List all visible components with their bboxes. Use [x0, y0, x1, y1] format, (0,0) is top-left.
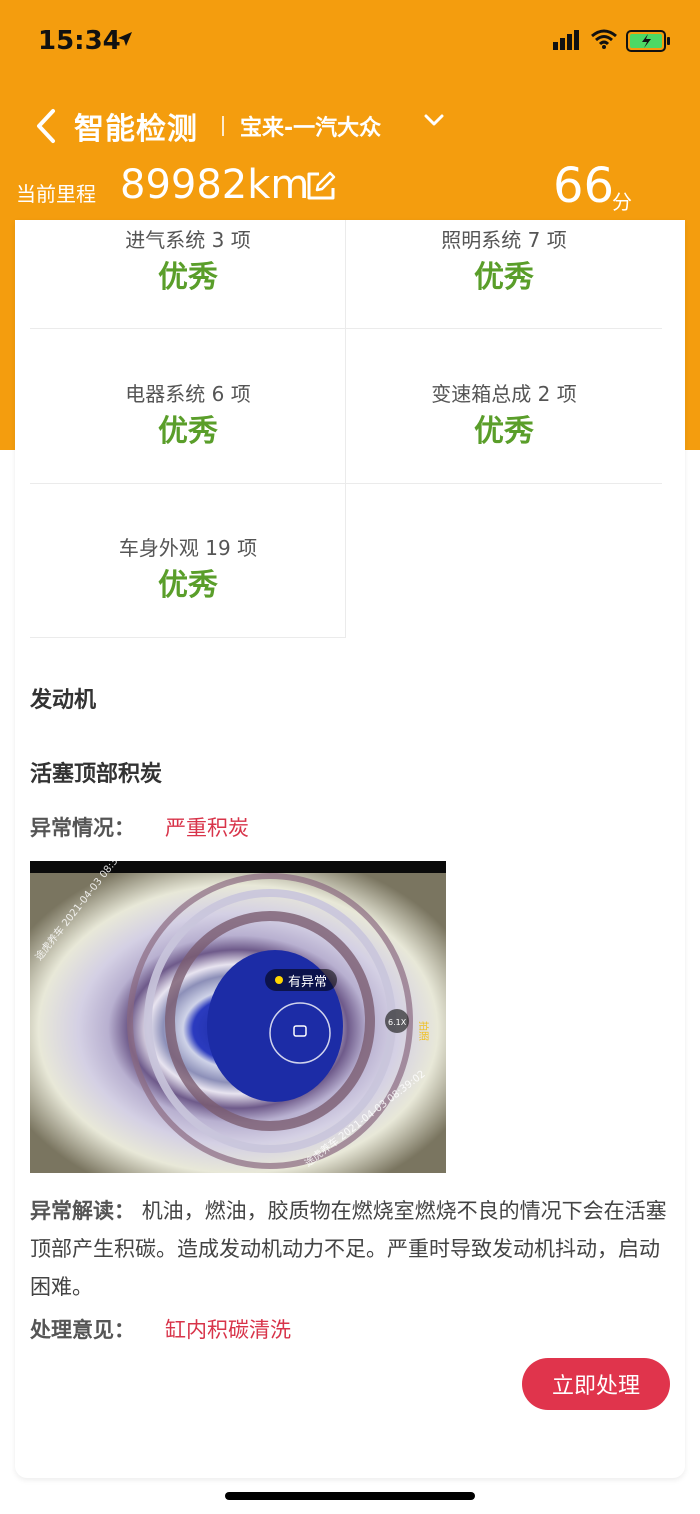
issue-title: 活塞顶部积炭: [30, 762, 163, 787]
car-selector[interactable]: 宝来-一汽大众: [240, 110, 381, 142]
photo-side-text: 拍照: [417, 1021, 430, 1041]
interpretation-label: 异常解读：: [30, 1199, 135, 1223]
grid-cell[interactable]: 照明系统 7 项 优秀: [346, 220, 662, 314]
grid-cell-grade: 优秀: [158, 414, 218, 449]
grid-divider: [30, 328, 662, 329]
grid-cell-label: 变速箱总成 2 项: [431, 382, 577, 406]
home-indicator[interactable]: [225, 1492, 475, 1500]
grid-cell-label: 进气系统 3 项: [125, 228, 251, 252]
status-bar: 15:34: [0, 0, 700, 86]
advice-label: 处理意见：: [30, 1318, 135, 1342]
grid-divider: [30, 483, 662, 484]
report-card: 进气系统 3 项 优秀 照明系统 7 项 优秀 电器系统 6 项 优秀 变速箱总…: [15, 220, 685, 1478]
cellular-signal-icon: [553, 30, 579, 50]
photo-zoom: 6.1X: [388, 1018, 407, 1027]
mileage-row: 当前里程 89982km 66 分: [0, 156, 700, 216]
grid-cell-label: 照明系统 7 项: [441, 228, 567, 252]
photo-tag: 有异常: [288, 975, 327, 990]
advice-value: 缸内积碳清洗: [165, 1318, 291, 1342]
page-title: 智能检测: [74, 112, 198, 147]
back-button[interactable]: [28, 104, 64, 148]
title-divider: [222, 116, 224, 136]
inspection-photo[interactable]: 有异常 6.1X 拍照 途虎养车 2021-04-03 08:39:02 途虎养…: [30, 861, 446, 1173]
grid-cell-grade: 优秀: [474, 414, 534, 449]
grid-cell-grade: 优秀: [158, 260, 218, 295]
wifi-icon: [591, 29, 617, 49]
grid-divider: [30, 637, 346, 638]
interpretation-block: 异常解读： 机油，燃油，胶质物在燃烧室燃烧不良的情况下会在活塞顶部产生积碳。造成…: [30, 1192, 670, 1306]
grid-cell-label: 电器系统 6 项: [125, 382, 251, 406]
abnormal-label: 异常情况：: [30, 816, 135, 840]
score-unit: 分: [612, 190, 632, 214]
chevron-down-icon[interactable]: [424, 114, 444, 128]
grid-divider: [345, 220, 346, 638]
abnormal-value: 严重积炭: [165, 816, 249, 840]
section-title: 发动机: [30, 688, 97, 713]
grid-cell[interactable]: 电器系统 6 项 优秀: [30, 314, 346, 468]
mileage-value: 89982km: [120, 162, 310, 208]
location-arrow-icon: [118, 32, 132, 46]
grid-cell[interactable]: 变速箱总成 2 项 优秀: [346, 314, 662, 468]
nav-bar: 智能检测 宝来-一汽大众: [0, 96, 700, 156]
score-value: 66: [553, 158, 615, 214]
status-time: 15:34: [38, 26, 121, 56]
mileage-label: 当前里程: [16, 182, 96, 206]
back-arrow-icon: [37, 109, 55, 143]
grid-cell-grade: 优秀: [474, 260, 534, 295]
handle-now-button[interactable]: 立即处理: [522, 1358, 670, 1410]
grid-cell[interactable]: 进气系统 3 项 优秀: [30, 220, 346, 314]
grid-cell-label: 车身外观 19 项: [118, 536, 258, 560]
grid-cell[interactable]: 车身外观 19 项 优秀: [30, 468, 346, 622]
battery-icon: [626, 30, 670, 52]
endoscope-image: 有异常 6.1X 拍照 途虎养车 2021-04-03 08:39:02 途虎养…: [30, 861, 446, 1173]
grid-cell-grade: 优秀: [158, 568, 218, 603]
edit-icon[interactable]: [305, 170, 337, 202]
